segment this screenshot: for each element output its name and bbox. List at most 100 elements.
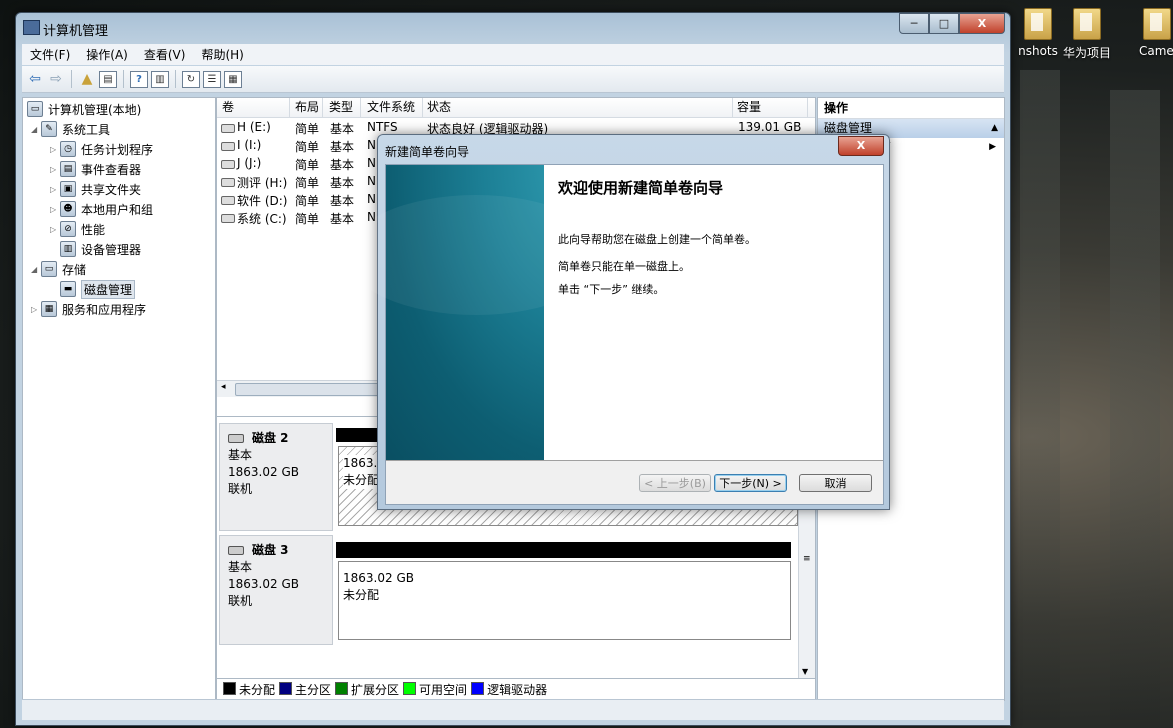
volume-icon [221, 142, 235, 151]
legend-swatch [471, 682, 485, 695]
tree-item-event-viewer[interactable]: ▷ ▤ 事件查看器 [50, 160, 141, 178]
folder-icon [1024, 8, 1052, 40]
column-header-filesystem[interactable]: 文件系统 [362, 98, 423, 117]
column-header-volume[interactable]: 卷 [217, 98, 290, 117]
tree-item-root[interactable]: ▭ 计算机管理(本地) [27, 100, 141, 118]
refresh-icon[interactable]: ↻ [182, 70, 200, 88]
minimize-button[interactable]: ─ [899, 13, 929, 34]
column-header-layout[interactable]: 布局 [290, 98, 323, 117]
close-button[interactable]: X [959, 13, 1005, 34]
legend-item: 主分区 [279, 681, 331, 698]
menu-view[interactable]: 查看(V) [136, 46, 194, 63]
wizard-close-button[interactable]: X [838, 136, 884, 156]
expand-triangle-icon[interactable]: ▷ [31, 305, 41, 314]
tools-icon: ✎ [41, 121, 57, 137]
wizard-description-2: 简单卷只能在单一磁盘上。 [558, 260, 690, 273]
back-button[interactable]: < 上一步(B) [639, 474, 711, 492]
disk-3-unallocated-partition[interactable]: 1863.02 GB 未分配 [338, 561, 791, 640]
new-simple-volume-wizard: 新建简单卷向导 X 欢迎使用新建简单卷向导 此向导帮助您在磁盘上创建一个简单卷。… [346, 134, 890, 510]
expand-triangle-icon[interactable]: ▷ [50, 205, 60, 214]
scroll-down-icon[interactable]: ▼ [802, 667, 808, 676]
computer-icon: ▭ [27, 101, 43, 117]
desktop-item-huawei[interactable]: 华为项目 [1052, 8, 1122, 61]
scroll-grip-icon[interactable]: ≡ [803, 554, 811, 564]
submenu-arrow-icon: ▶ [989, 142, 996, 152]
tree-item-services-apps[interactable]: ▷ ▦ 服务和应用程序 [31, 300, 146, 318]
navigation-tree: ▭ 计算机管理(本地) ◢ ✎ 系统工具 ▷ ◷ 任务计划程序 ▷ ▤ 事件查看器 ▷ ▣ 共享文… [22, 97, 216, 711]
volume-list-header: 卷 布局 类型 文件系统 状态 容量 [217, 98, 815, 118]
column-header-type[interactable]: 类型 [324, 98, 361, 117]
export-list-icon[interactable]: ▦ [224, 70, 242, 88]
menu-action[interactable]: 操作(A) [78, 46, 136, 63]
tree-item-local-users[interactable]: ▷ ☻ 本地用户和组 [50, 200, 153, 218]
expand-triangle-icon[interactable]: ▷ [50, 185, 60, 194]
wizard-description-1: 此向导帮助您在磁盘上创建一个简单卷。 [558, 233, 756, 246]
storage-icon: ▭ [41, 261, 57, 277]
wizard-content: 欢迎使用新建简单卷向导 此向导帮助您在磁盘上创建一个简单卷。 简单卷只能在单一磁… [544, 165, 883, 460]
toolbar-separator [123, 70, 124, 88]
disk-3-unallocated-bar [336, 542, 791, 558]
tree-item-system-tools[interactable]: ◢ ✎ 系统工具 [31, 120, 110, 138]
wizard-separator [386, 460, 883, 461]
disk-icon [228, 434, 244, 443]
properties-icon[interactable]: ☰ [203, 70, 221, 88]
collapse-triangle-icon[interactable]: ◢ [31, 125, 41, 134]
maximize-button[interactable]: □ [929, 13, 959, 34]
toolbar-separator [71, 70, 72, 88]
collapse-triangle-icon[interactable]: ◢ [31, 265, 41, 274]
performance-icon: ⊘ [60, 221, 76, 237]
legend-item: 逻辑驱动器 [471, 681, 547, 698]
volume-icon [221, 214, 235, 223]
tree-item-performance[interactable]: ▷ ⊘ 性能 [50, 220, 105, 238]
expand-triangle-icon[interactable]: ▷ [50, 165, 60, 174]
legend-swatch [279, 682, 293, 695]
expand-triangle-icon[interactable]: ▷ [50, 145, 60, 154]
disk-2-info[interactable]: 磁盘 2 基本 1863.02 GB 联机 [219, 423, 333, 531]
desktop-wallpaper-streak [1020, 70, 1060, 720]
disk-3-info[interactable]: 磁盘 3 基本 1863.02 GB 联机 [219, 535, 333, 645]
volume-icon [221, 196, 235, 205]
wizard-title: 新建简单卷向导 [385, 145, 470, 159]
users-icon: ☻ [60, 201, 76, 217]
menu-help[interactable]: 帮助(H) [193, 46, 251, 63]
scrollbar-thumb[interactable] [235, 383, 387, 396]
clock-icon: ◷ [60, 141, 76, 157]
legend-item: 扩展分区 [335, 681, 399, 698]
expand-triangle-icon[interactable]: ▷ [50, 225, 60, 234]
back-arrow-icon[interactable]: ⇦ [26, 70, 44, 88]
toolbar-separator [175, 70, 176, 88]
toolbar: ⇦ ⇨ ▲ ▤ ? ▥ ↻ ☰ ▦ [22, 66, 1004, 93]
tree-item-storage[interactable]: ◢ ▭ 存储 [31, 260, 86, 278]
legend-swatch [335, 682, 349, 695]
tree-item-disk-management[interactable]: ▬ 磁盘管理 [60, 279, 136, 299]
collapse-up-icon[interactable]: ▲ [991, 119, 998, 138]
actions-header: 操作 [818, 98, 1004, 119]
column-header-capacity[interactable]: 容量 [732, 98, 808, 117]
tree-item-device-manager[interactable]: ▥ 设备管理器 [60, 240, 141, 258]
window-title: 计算机管理 [43, 24, 109, 39]
tree-item-shared-folders[interactable]: ▷ ▣ 共享文件夹 [50, 180, 141, 198]
status-bar [22, 699, 1004, 720]
event-log-icon: ▤ [60, 161, 76, 177]
forward-arrow-icon[interactable]: ⇨ [47, 70, 65, 88]
tree-item-task-scheduler[interactable]: ▷ ◷ 任务计划程序 [50, 140, 153, 158]
desktop-item-camera[interactable]: Came [1122, 8, 1173, 58]
services-icon: ▦ [41, 301, 57, 317]
show-hide-action-pane-icon[interactable]: ▥ [151, 70, 169, 88]
up-folder-icon[interactable]: ▲ [78, 70, 96, 88]
cancel-button[interactable]: 取消 [799, 474, 872, 492]
next-button[interactable]: 下一步(N) > [714, 474, 787, 492]
scroll-left-icon[interactable]: ◂ [221, 382, 226, 392]
disk-management-icon: ▬ [60, 281, 76, 297]
legend-swatch [403, 682, 417, 695]
column-header-status[interactable]: 状态 [422, 98, 733, 117]
menu-file[interactable]: 文件(F) [22, 46, 78, 63]
legend-swatch [223, 682, 236, 695]
volume-icon [221, 124, 235, 133]
device-manager-icon: ▥ [60, 241, 76, 257]
help-icon[interactable]: ? [130, 70, 148, 88]
legend-item: 可用空间 [403, 681, 467, 698]
show-hide-tree-icon[interactable]: ▤ [99, 70, 117, 88]
title-bar[interactable]: 计算机管理 ─ □ X [16, 13, 1010, 43]
menu-bar: 文件(F) 操作(A) 查看(V) 帮助(H) [22, 44, 1004, 65]
